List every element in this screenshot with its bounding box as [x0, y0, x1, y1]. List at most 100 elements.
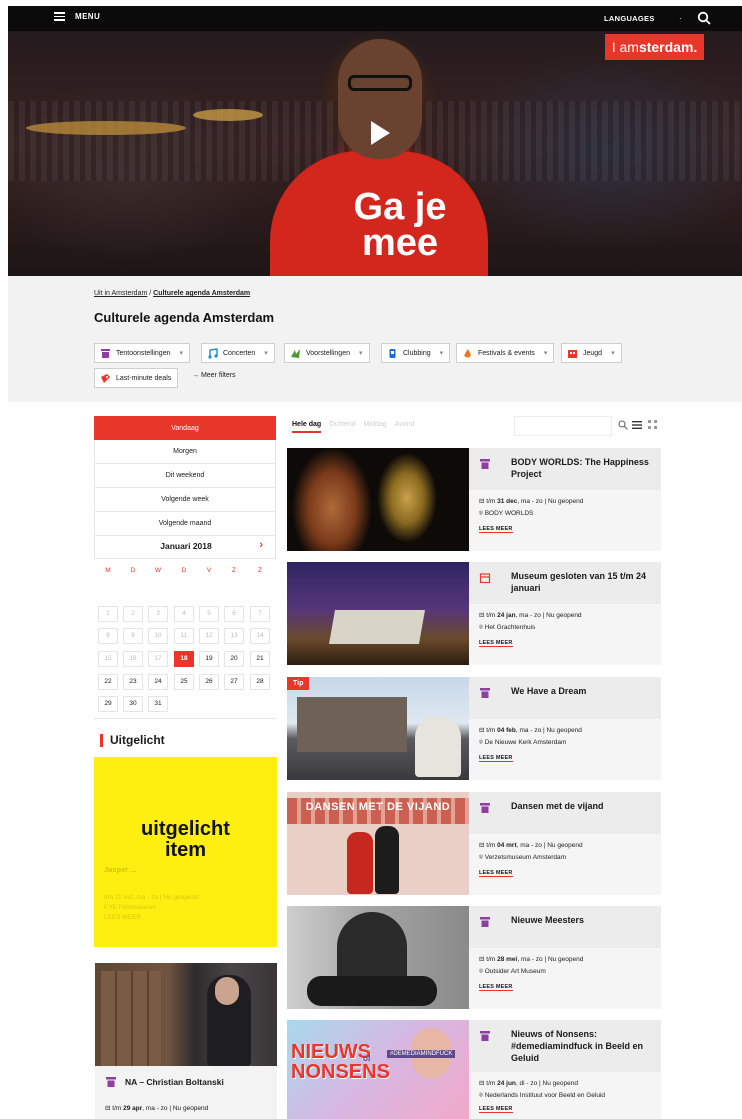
date-option-morgen[interactable]: Morgen	[94, 440, 276, 464]
more-filters-link[interactable]: → Meer filters	[192, 372, 236, 379]
calendar-day[interactable]: 31	[148, 696, 168, 712]
date-option-volgende-week[interactable]: Volgende week	[94, 488, 276, 512]
iamsterdam-logo[interactable]: I amsterdam.	[605, 34, 704, 60]
breadcrumb-home[interactable]: Uit in Amsterdam	[94, 290, 147, 297]
calendar-day[interactable]: 22	[98, 674, 118, 690]
calendar-day[interactable]: 20	[224, 651, 244, 667]
date-option-volgende-maand[interactable]: Volgende maand	[94, 512, 276, 536]
tab-ochtend[interactable]: Ochtend	[329, 421, 355, 433]
event-card-body-worlds[interactable]: BODY WORLDS: The Happiness Project ⊟ t/m…	[287, 448, 661, 551]
date-option-dit-weekend[interactable]: Dit weekend	[94, 464, 276, 488]
tab-avond[interactable]: Avond	[395, 421, 415, 433]
brand-suffix: sterdam.	[638, 39, 698, 55]
date-suffix: , ma - zo | Nu geopend	[142, 1105, 209, 1112]
read-more-link[interactable]: LEES MEER	[479, 640, 513, 647]
event-image[interactable]	[287, 448, 469, 551]
calendar-day[interactable]: 1	[98, 606, 118, 622]
calendar-day[interactable]: 24	[148, 674, 168, 690]
tab-hele-dag[interactable]: Hele dag	[292, 421, 322, 433]
calendar-day[interactable]: 5	[199, 606, 219, 622]
calendar-day[interactable]: 15	[98, 651, 118, 667]
hero-video[interactable]: Ga je mee I amsterdam.	[8, 31, 742, 276]
play-icon[interactable]	[360, 115, 396, 151]
hero-slogan-line1: Ga je	[353, 186, 447, 228]
breadcrumb-current[interactable]: Culturele agenda Amsterdam	[153, 290, 250, 297]
filter-chip-clubbing[interactable]: Clubbing ▾	[381, 343, 451, 363]
event-title[interactable]: Nieuws of Nonsens: #demediamindfuck in B…	[511, 1028, 653, 1064]
event-image[interactable]: NIEUWS NONSENS of #DEMEDIAMINDFUCK	[287, 1020, 469, 1119]
read-more-link[interactable]: LEES MEER	[479, 755, 513, 762]
read-more-link[interactable]: LEES MEER	[479, 526, 513, 533]
calendar-day[interactable]: 10	[148, 628, 168, 644]
featured-item-placeholder[interactable]: Jasper ... t/m 11 mrt, ma - zo | Nu geop…	[94, 757, 277, 947]
grid-view-icon[interactable]	[648, 420, 658, 430]
read-more-link[interactable]: LEES MEER	[479, 1106, 513, 1113]
featured-event-title[interactable]: NA – Christian Boltanski	[125, 1077, 224, 1087]
tab-middag[interactable]: Middag	[364, 421, 387, 433]
chevron-down-icon: ▾	[358, 350, 363, 357]
filter-chip-last-minute[interactable]: Last-minute deals	[94, 368, 179, 388]
event-image[interactable]	[287, 562, 469, 665]
calendar-day[interactable]: 17	[148, 651, 168, 667]
date-option-vandaag[interactable]: Vandaag	[94, 416, 276, 440]
calendar-day[interactable]: 28	[250, 674, 270, 690]
search-icon[interactable]	[618, 420, 628, 430]
list-search-input[interactable]	[514, 416, 612, 436]
calendar-day[interactable]: 4	[174, 606, 194, 622]
calendar-day[interactable]: 8	[98, 628, 118, 644]
calendar-day-today[interactable]: 18	[174, 651, 194, 667]
event-title[interactable]: We Have a Dream	[511, 685, 653, 697]
calendar-day[interactable]: 12	[199, 628, 219, 644]
filter-chip-concerten[interactable]: Concerten ▾	[201, 343, 275, 363]
event-card-nieuwe-meesters[interactable]: Nieuwe Meesters ⊟ t/m 28 mei, ma - zo | …	[287, 906, 661, 1009]
calendar-day[interactable]: 21	[250, 651, 270, 667]
event-image[interactable]	[287, 906, 469, 1009]
event-card-dansen-met-de-vijand[interactable]: DANSEN MET DE VIJAND Dansen met de vijan…	[287, 792, 661, 895]
filter-chip-festivals[interactable]: Festivals & events ▾	[456, 343, 555, 363]
calendar-day[interactable]: 30	[123, 696, 143, 712]
calendar-day[interactable]: 13	[224, 628, 244, 644]
calendar-day[interactable]: 16	[123, 651, 143, 667]
event-title[interactable]: BODY WORLDS: The Happiness Project	[511, 456, 653, 480]
calendar-day[interactable]: 27	[224, 674, 244, 690]
calendar-month-header: Januari 2018 ›	[94, 535, 276, 559]
image-headline-line1: NIEUWS	[291, 1041, 371, 1063]
calendar-day[interactable]: 26	[199, 674, 219, 690]
filter-chip-jeugd[interactable]: Jeugd ▾	[561, 343, 622, 363]
calendar-day[interactable]: 19	[199, 651, 219, 667]
calendar-day[interactable]: 7	[250, 606, 270, 622]
event-details: ⊟ t/m 31 dec, ma - zo | Nu geopend ⌾ BOD…	[469, 490, 661, 551]
calendar-day[interactable]: 25	[174, 674, 194, 690]
calendar-day[interactable]: 23	[123, 674, 143, 690]
date-suffix: , ma - zo | Nu geopend	[517, 498, 584, 505]
event-title[interactable]: Museum gesloten van 15 t/m 24 januari	[511, 570, 653, 594]
calendar-day[interactable]: 9	[123, 628, 143, 644]
event-title[interactable]: Nieuwe Meesters	[511, 914, 653, 926]
calendar-day[interactable]: 2	[123, 606, 143, 622]
event-date: ⊟ t/m 28 mei, ma - zo | Nu geopend	[479, 955, 583, 963]
featured-event-image[interactable]	[95, 963, 277, 1066]
filter-chip-tentoonstellingen[interactable]: Tentoonstellingen ▾	[94, 343, 191, 363]
event-image[interactable]: Tip	[287, 677, 469, 780]
calendar-day[interactable]: 29	[98, 696, 118, 712]
event-card-we-have-a-dream[interactable]: Tip We Have a Dream ⊟ t/m 04 feb, ma - z…	[287, 677, 661, 780]
museum-icon	[480, 803, 490, 813]
list-view-icon[interactable]	[632, 420, 642, 430]
calendar-day[interactable]: 6	[224, 606, 244, 622]
read-more-link[interactable]: LEES MEER	[479, 870, 513, 877]
calendar-day[interactable]: 14	[250, 628, 270, 644]
calendar-day[interactable]: 11	[174, 628, 194, 644]
search-icon[interactable]	[697, 11, 711, 25]
menu-button[interactable]: MENU	[54, 12, 100, 21]
languages-button[interactable]: LANGUAGES	[604, 14, 655, 23]
event-card-nieuws-of-nonsens[interactable]: NIEUWS NONSENS of #DEMEDIAMINDFUCK Nieuw…	[287, 1020, 661, 1119]
event-card-grachtenhuis[interactable]: Museum gesloten van 15 t/m 24 januari ⊟ …	[287, 562, 661, 665]
calendar-next-button[interactable]: ›	[259, 539, 263, 551]
filter-chip-voorstellingen[interactable]: Voorstellingen ▾	[284, 343, 370, 363]
featured-event-card[interactable]: NA – Christian Boltanski ⊟ t/m 29 apr, m…	[95, 1066, 277, 1119]
calendar-day[interactable]: 3	[148, 606, 168, 622]
event-title[interactable]: Dansen met de vijand	[511, 800, 653, 812]
event-image[interactable]: DANSEN MET DE VIJAND	[287, 792, 469, 895]
event-location: ⌾ Het Grachtenhuis	[479, 624, 535, 632]
read-more-link[interactable]: LEES MEER	[479, 984, 513, 991]
